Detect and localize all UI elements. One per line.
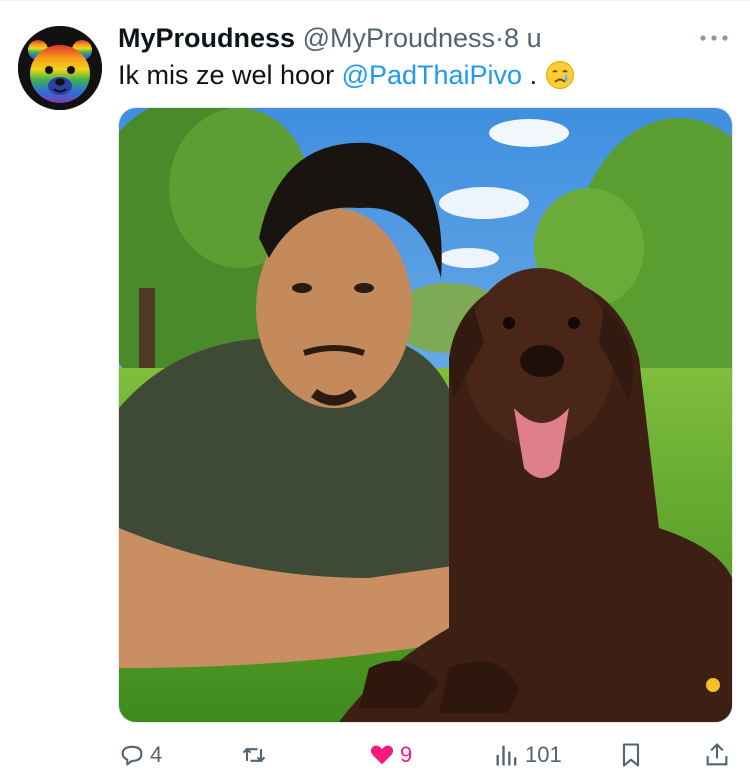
man-with-labrador-photo — [119, 108, 732, 722]
rainbow-bear-icon — [18, 26, 102, 110]
heart-icon — [370, 745, 394, 765]
timestamp[interactable]: 8 u — [504, 23, 542, 53]
tweet-text-end: . — [522, 60, 538, 90]
repost-icon — [242, 747, 266, 763]
tweet-actions: 4 9 101 — [0, 733, 750, 777]
user-handle[interactable]: @MyProudness — [303, 23, 495, 53]
tweet-text: Ik mis ze wel hoor @PadThaiPivo . — [118, 58, 575, 92]
mention-link[interactable]: @PadThaiPivo — [342, 60, 523, 90]
reply-icon — [121, 745, 143, 766]
view-count: 101 — [525, 742, 562, 767]
reply-button[interactable]: 4 — [118, 737, 162, 773]
separator-dot: · — [495, 23, 505, 53]
like-button[interactable]: 9 — [368, 737, 412, 773]
share-button[interactable] — [703, 737, 731, 773]
tweet-photo[interactable] — [118, 107, 733, 723]
repost-button[interactable] — [240, 737, 272, 773]
like-count: 9 — [400, 742, 413, 767]
reply-count: 4 — [150, 742, 163, 767]
display-name[interactable]: MyProudness — [118, 23, 295, 53]
views-button[interactable]: 101 — [493, 737, 562, 773]
avatar[interactable] — [18, 26, 102, 110]
top-divider — [0, 0, 750, 1]
more-dots-icon — [700, 35, 728, 41]
share-icon — [706, 743, 728, 766]
tweet-text-body: Ik mis ze wel hoor — [118, 60, 342, 90]
views-chart-icon — [496, 745, 517, 766]
tweet-header: MyProudness @MyProudness·8 u — [118, 22, 542, 54]
bookmark-button[interactable] — [617, 737, 645, 773]
more-options-button[interactable] — [697, 26, 731, 50]
bookmark-icon — [622, 743, 640, 767]
crying-face-emoji-icon — [545, 60, 575, 90]
